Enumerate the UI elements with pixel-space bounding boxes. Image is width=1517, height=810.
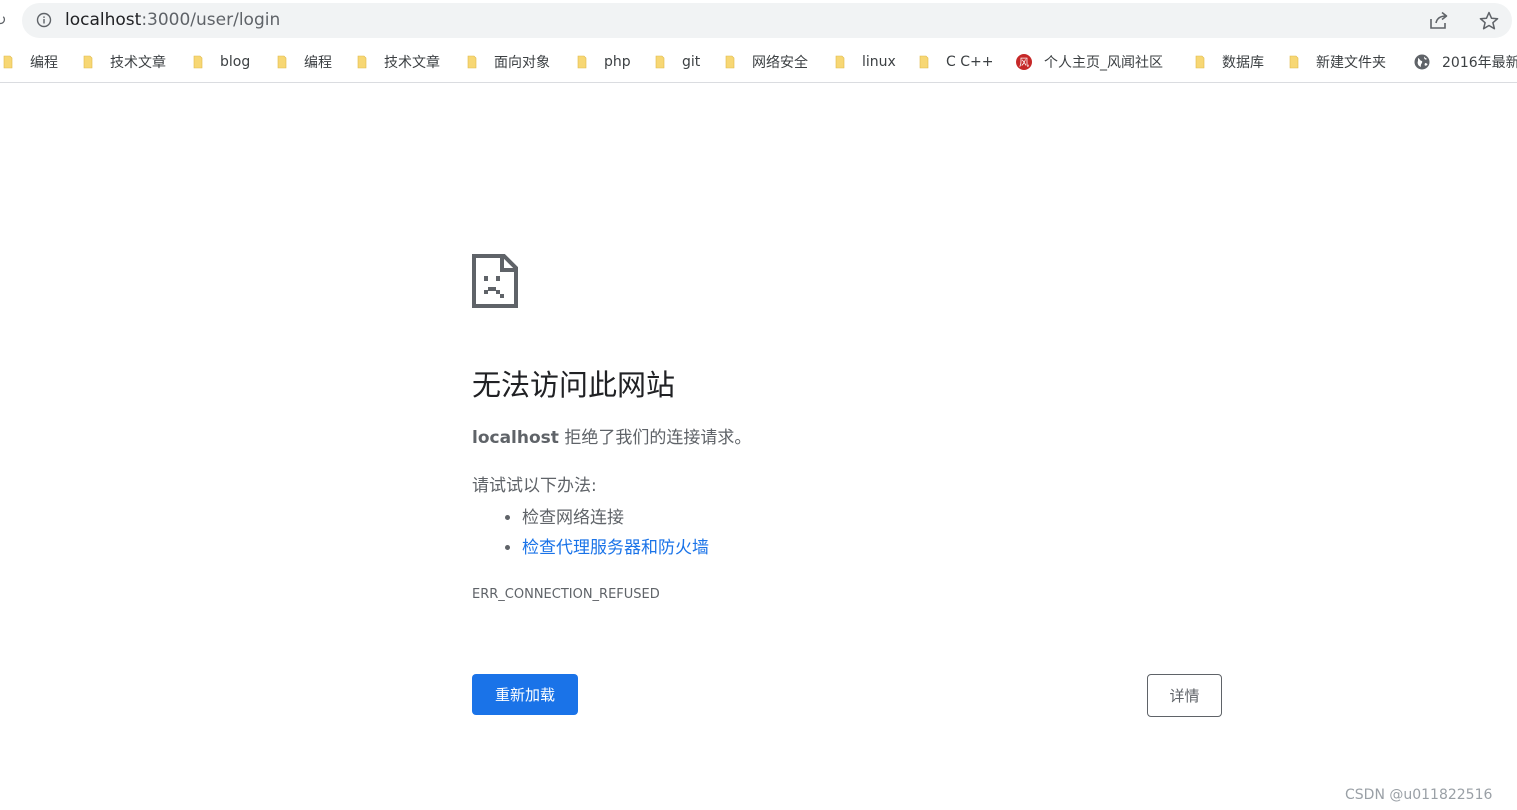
error-message: localhost 拒绝了我们的连接请求。 [472, 427, 751, 449]
url-text[interactable]: localhost:3000/user/login [65, 10, 280, 31]
bookmark-item[interactable]: 技术文章 [356, 52, 440, 72]
error-title: 无法访问此网站 [472, 368, 676, 402]
suggestions-heading: 请试试以下办法: [472, 476, 597, 496]
bookmark-item[interactable]: git [654, 52, 700, 72]
folder-icon [277, 55, 287, 69]
site-logo-letter: 风 [1019, 57, 1029, 69]
folder-icon [193, 55, 203, 69]
address-bar[interactable]: localhost:3000/user/login [22, 3, 1512, 38]
bookmarks-bar: 编程 技术文章 blog 编程 技术文章 面向对象 php git 网络安全 l… [0, 42, 1517, 83]
bookmark-item[interactable]: 风 个人主页_风闻社区 [1016, 52, 1163, 72]
globe-icon [1414, 54, 1430, 70]
folder-icon [725, 55, 735, 69]
bookmark-label: 编程 [30, 55, 58, 71]
folder-icon [357, 55, 367, 69]
watermark: CSDN @u011822516 [1345, 787, 1493, 803]
bookmark-label: 数据库 [1222, 55, 1264, 71]
bookmark-star-icon[interactable] [1478, 10, 1500, 32]
error-host: localhost [472, 428, 559, 448]
reload-button[interactable]: 重新加载 [472, 674, 578, 715]
error-message-text: 拒绝了我们的连接请求。 [558, 428, 752, 448]
folder-icon [835, 55, 845, 69]
folder-icon [467, 55, 477, 69]
folder-icon [577, 55, 587, 69]
folder-icon [919, 55, 929, 69]
bookmark-label: git [682, 54, 701, 70]
url-host: localhost [65, 10, 142, 30]
site-logo-icon: 风 [1016, 54, 1032, 70]
folder-icon [1195, 55, 1205, 69]
bookmark-item[interactable]: 数据库 [1194, 52, 1264, 72]
bookmark-item[interactable]: 2016年最新 [1414, 52, 1517, 72]
bookmark-item[interactable]: 新建文件夹 [1288, 52, 1386, 72]
folder-icon [3, 55, 13, 69]
bookmark-label: 技术文章 [384, 55, 440, 71]
sad-page-icon [472, 254, 518, 308]
bookmark-item[interactable]: blog [192, 52, 250, 72]
details-button[interactable]: 详情 [1147, 674, 1222, 717]
error-code: ERR_CONNECTION_REFUSED [472, 587, 660, 602]
url-path: :3000/user/login [141, 10, 281, 30]
bookmark-item[interactable]: 网络安全 [724, 52, 808, 72]
info-icon[interactable] [36, 12, 52, 28]
bookmark-label: php [604, 54, 631, 70]
bookmark-label: 2016年最新 [1442, 55, 1517, 71]
bookmark-label: linux [862, 54, 896, 70]
bookmark-item[interactable]: 编程 [276, 52, 332, 72]
bookmark-label: 面向对象 [494, 55, 550, 71]
bookmark-item[interactable]: 面向对象 [466, 52, 550, 72]
toolbar: ↻ localhost:3000/user/login [0, 0, 1517, 42]
suggestion-item: 检查代理服务器和防火墙 [522, 533, 709, 563]
bookmark-item[interactable]: php [576, 52, 631, 72]
bookmark-item[interactable]: C C++ [918, 52, 993, 72]
bookmark-label: 个人主页_风闻社区 [1044, 55, 1163, 71]
suggestion-list: 检查网络连接 检查代理服务器和防火墙 [522, 503, 709, 563]
folder-icon [83, 55, 93, 69]
bookmark-label: blog [220, 54, 251, 70]
suggestion-item: 检查网络连接 [522, 503, 709, 533]
reload-icon[interactable]: ↻ [0, 10, 8, 30]
bookmark-item[interactable]: linux [834, 52, 896, 72]
bookmark-label: 新建文件夹 [1316, 55, 1386, 71]
bookmark-label: 技术文章 [110, 55, 166, 71]
folder-icon [1289, 55, 1299, 69]
folder-icon [655, 55, 665, 69]
proxy-firewall-link[interactable]: 检查代理服务器和防火墙 [522, 538, 709, 558]
bookmark-label: 网络安全 [752, 55, 808, 71]
bookmark-item[interactable]: 编程 [2, 52, 58, 72]
bookmark-item[interactable]: 技术文章 [82, 52, 166, 72]
share-icon[interactable] [1428, 10, 1450, 32]
bookmark-label: 编程 [304, 55, 332, 71]
bookmark-label: C C++ [946, 54, 994, 70]
